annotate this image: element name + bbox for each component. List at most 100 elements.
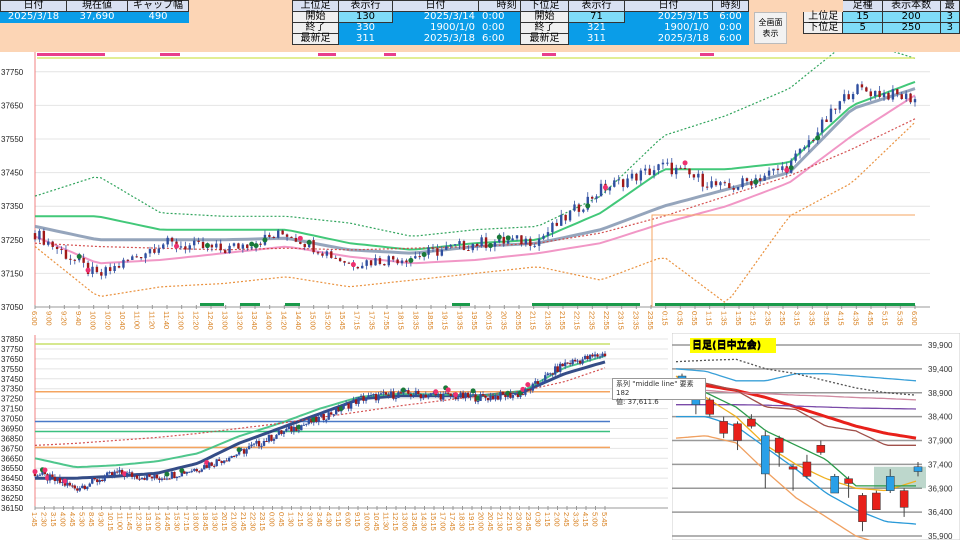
candle-body — [138, 478, 141, 480]
candle-body — [466, 392, 470, 398]
upper-range-table: 上位足 表示行 日付 時刻 開始 130 2025/3/14 0:00 終了 330 1900/… — [292, 0, 535, 45]
lower-latest-row[interactable]: 311 — [568, 33, 625, 45]
candle-body — [257, 440, 261, 447]
candle-up — [830, 476, 839, 494]
lower-end-date[interactable]: 1900/1/0 — [624, 22, 713, 34]
candle-body — [41, 471, 44, 475]
candle-body — [359, 395, 363, 398]
candle-body — [489, 395, 492, 401]
x-tick-label: 14:00 — [154, 512, 163, 531]
candle-body — [235, 454, 238, 457]
candle-body — [325, 419, 328, 421]
candle-body — [834, 108, 837, 110]
y-tick-label: 37150 — [1, 405, 24, 414]
y-tick-label: 37350 — [1, 202, 24, 211]
candle-body — [228, 245, 231, 254]
candle-body — [168, 478, 171, 480]
candle-body — [280, 430, 283, 434]
candle-body — [47, 241, 50, 245]
candle-down — [899, 490, 909, 508]
signal-dot — [505, 235, 511, 241]
signal-dot — [585, 203, 591, 209]
current-price[interactable]: 37,690 — [66, 11, 128, 23]
daily-chart[interactable]: 35,900 36,400 36,900 37,400 37,900 38,400 38,9… — [672, 333, 960, 540]
candle-body — [593, 354, 597, 357]
signal-bar-pink — [384, 53, 396, 56]
lower-start-row[interactable]: 71 — [568, 11, 625, 23]
upper-start-row[interactable]: 130 — [338, 11, 393, 23]
candle-body — [427, 395, 430, 398]
signal-dot — [400, 387, 406, 393]
lower-time-header: 時刻 — [712, 0, 749, 12]
candle-body — [588, 354, 592, 360]
candle-body — [108, 267, 112, 272]
candle-body — [521, 393, 525, 395]
y-tick-label: 39,400 — [928, 365, 953, 374]
upper-timeframe-chart[interactable]: 37050 37150 37250 37350 37450 37550 37650 37750… — [0, 52, 960, 331]
x-tick-label: 21:15 — [529, 311, 538, 330]
x-tick-label: 1:55 — [734, 311, 743, 326]
fullscreen-button[interactable]: 全画面表示 — [754, 12, 787, 44]
lower-end-time[interactable]: 0:00 — [712, 22, 749, 34]
x-tick-label: 22:30 — [249, 512, 258, 531]
x-tick-label: 21:30 — [496, 512, 505, 531]
candle-body — [683, 168, 687, 170]
lower-end-row[interactable]: 321 — [568, 22, 625, 34]
candle-body — [417, 390, 420, 395]
upper-end-date[interactable]: 1900/1/0 — [392, 22, 479, 34]
candle-body — [307, 419, 310, 424]
lower-latest-date[interactable]: 2025/3/18 — [624, 33, 713, 45]
lower-extra[interactable]: 3 — [939, 22, 960, 34]
upper-extra[interactable]: 3 — [939, 11, 960, 23]
lower-timeframe-chart[interactable]: 3615036250363503645036550366503675036850… — [0, 331, 672, 540]
signal-dot — [753, 179, 759, 185]
lower-latest-time[interactable]: 6:00 — [712, 33, 749, 45]
x-tick-label: 21:00 — [230, 512, 239, 531]
candle-body — [397, 392, 400, 398]
lower-start-date[interactable]: 2025/3/15 — [624, 11, 713, 23]
lower-start-time[interactable]: 6:00 — [712, 11, 749, 23]
lower-bar-type[interactable]: 5 — [842, 22, 883, 34]
y-tick-label: 37750 — [1, 68, 24, 77]
y-tick-label: 36350 — [1, 484, 24, 493]
candle-body — [82, 257, 85, 263]
display-count-header: 表示本数 — [881, 0, 941, 12]
signal-dot — [306, 239, 312, 245]
candle-body — [820, 119, 824, 133]
candle-down — [802, 461, 812, 477]
upper-date-header: 日付 — [392, 0, 479, 12]
candle-body — [197, 240, 200, 242]
upper-latest-date[interactable]: 2025/3/18 — [392, 33, 479, 45]
x-tick-label: 15:15 — [429, 512, 438, 531]
candle-body — [51, 474, 54, 477]
y-tick-label: 36650 — [1, 454, 24, 463]
upper-latest-row[interactable]: 311 — [338, 33, 393, 45]
candle-body — [387, 256, 390, 266]
y-tick-label: 35,900 — [928, 532, 953, 540]
x-tick-label: 9:15 — [353, 512, 362, 527]
upper-end-row[interactable]: 330 — [338, 22, 393, 34]
x-tick-label: 22:15 — [573, 311, 582, 330]
upper-display-count[interactable]: 200 — [881, 11, 941, 23]
gap-width[interactable]: 490 — [127, 11, 189, 23]
candle-body — [334, 257, 337, 259]
candle-body — [312, 240, 315, 253]
candle-body — [232, 243, 236, 246]
lower-display-count[interactable]: 250 — [881, 22, 941, 34]
candle-body — [225, 460, 228, 462]
current-date[interactable]: 2025/3/18 — [0, 11, 67, 23]
candle-body — [104, 267, 107, 276]
x-tick-label: 9:00 — [45, 311, 54, 326]
extra-header: 最 — [939, 0, 960, 12]
x-tick-label: 19:30 — [211, 512, 220, 531]
candle-body — [603, 353, 607, 357]
x-tick-label: 14:30 — [420, 512, 429, 531]
x-tick-label: 0:00 — [268, 512, 277, 527]
candle-body — [803, 147, 806, 149]
upper-bar-type[interactable]: 15 — [842, 11, 883, 23]
header-date: 日付 — [0, 0, 67, 12]
candle-body — [476, 243, 479, 247]
candle-body — [175, 476, 179, 479]
candle-body — [237, 243, 240, 249]
upper-start-date[interactable]: 2025/3/14 — [392, 11, 479, 23]
